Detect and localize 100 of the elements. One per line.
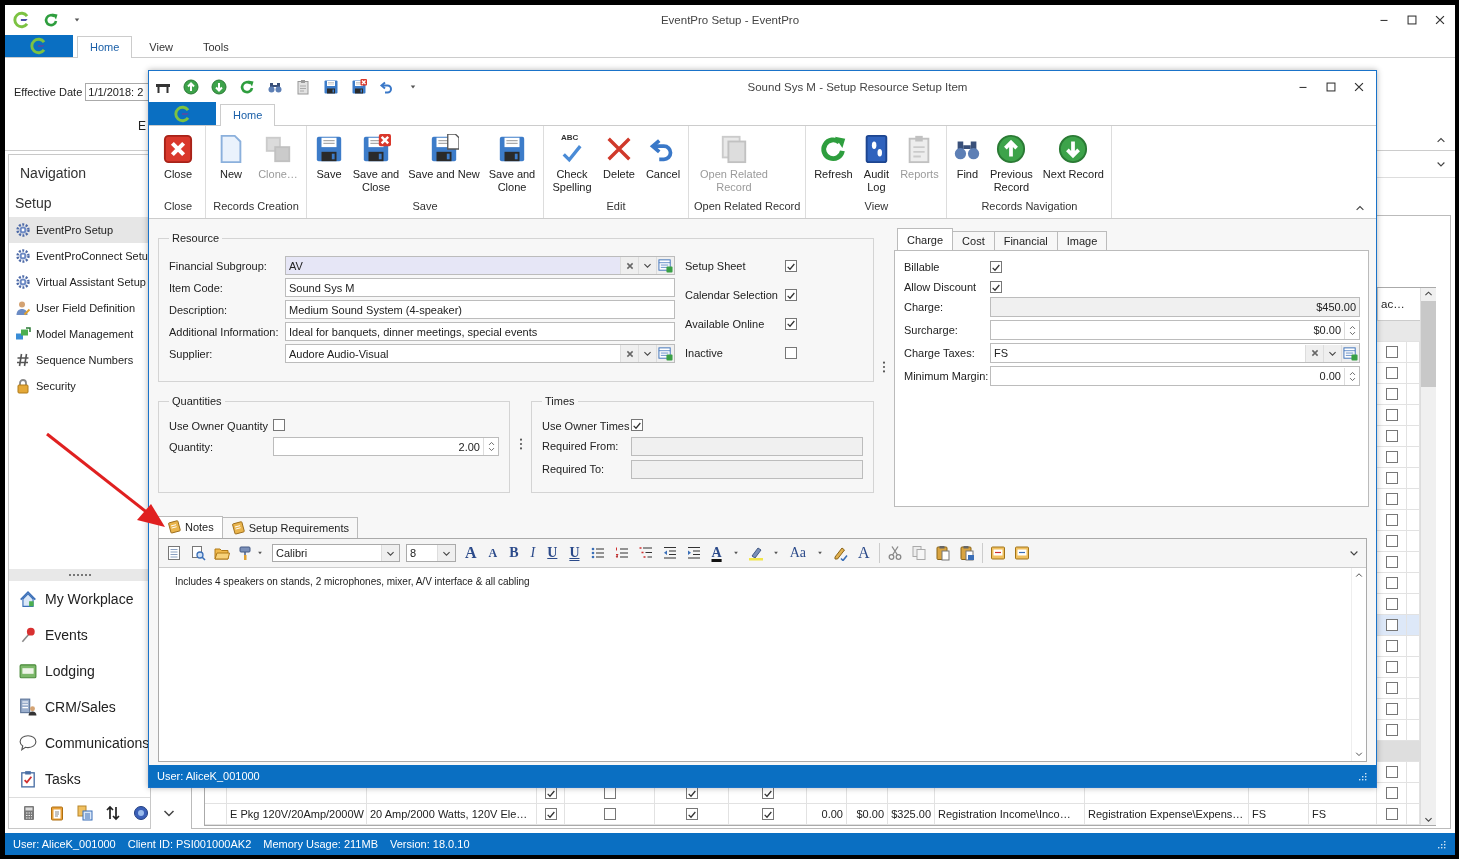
module-item[interactable]: CRM/Sales	[9, 689, 150, 725]
combo-box[interactable]: FS	[990, 343, 1360, 363]
checkbox[interactable]	[603, 808, 616, 820]
shrink-font-button[interactable]: A	[485, 545, 501, 561]
save-new-button[interactable]: Save and New	[406, 132, 482, 200]
tab[interactable]: Image	[1056, 231, 1108, 250]
size-dropdown[interactable]: 8	[406, 544, 456, 562]
checkbox[interactable]	[785, 260, 797, 273]
font-color-button[interactable]: A	[708, 545, 725, 561]
nav-item[interactable]: EventPro Setup	[9, 217, 150, 243]
combo-box[interactable]: Audore Audio-Visual	[285, 344, 675, 363]
clipboard-icon[interactable]	[295, 78, 311, 95]
checkbox[interactable]	[544, 808, 557, 820]
underline-button[interactable]: U	[544, 545, 561, 561]
table-row[interactable]: E Pkg 120V/20Amp/2000W 20 Amp/2000 Watts, 120V Ele… 0.00 $0.00 $325.00 Registration Income\Inco… Registration Expense\Expens… FS FS	[205, 804, 1420, 825]
text-field[interactable]: Medium Sound System (4-speaker)	[285, 300, 675, 319]
checkbox[interactable]	[1385, 619, 1398, 631]
nav-item[interactable]: Sequence Numbers	[9, 347, 150, 373]
change-case-button[interactable]: Aa	[786, 545, 809, 561]
tab[interactable]: Charge	[897, 228, 954, 251]
clipboard-icon[interactable]	[49, 805, 65, 821]
checkbox[interactable]	[1385, 388, 1398, 400]
floppy-x-icon[interactable]	[351, 78, 367, 95]
nav-item[interactable]: User Field Definition	[9, 295, 150, 321]
module-item[interactable]: Events	[9, 617, 150, 653]
checkbox[interactable]	[685, 808, 698, 820]
save-button[interactable]: Save	[312, 132, 346, 200]
checkbox[interactable]	[1385, 367, 1398, 379]
nav-item[interactable]: Security	[9, 373, 150, 399]
paste-special-button[interactable]	[957, 544, 976, 562]
checkbox[interactable]	[761, 808, 774, 820]
note-text[interactable]: Includes 4 speakers on stands, 2 microphones, mixer, A/V interface & all cabling	[159, 568, 1351, 761]
checkbox[interactable]	[1385, 577, 1398, 589]
checkbox[interactable]	[990, 281, 1002, 293]
previous-button[interactable]: Previous Record	[986, 132, 1037, 200]
audit-log-button[interactable]: Audit Log	[859, 132, 894, 200]
delete-button[interactable]: Delete	[599, 132, 639, 200]
checkbox[interactable]	[1385, 703, 1398, 715]
up-down-arrows-icon[interactable]	[105, 805, 121, 821]
checkbox[interactable]	[785, 317, 797, 330]
checkbox[interactable]	[1385, 640, 1398, 652]
checkbox[interactable]	[631, 419, 643, 431]
clear-format-button[interactable]: A	[854, 544, 873, 562]
checkbox[interactable]	[1385, 535, 1398, 547]
floppy-icon[interactable]	[323, 78, 339, 95]
checkbox[interactable]	[1385, 598, 1398, 610]
ribbon-tab[interactable]: View	[136, 36, 186, 57]
checkbox[interactable]	[1385, 787, 1398, 799]
checkbox[interactable]	[1385, 808, 1398, 820]
calculator-icon[interactable]	[21, 805, 37, 821]
grow-font-button[interactable]: A	[462, 544, 480, 562]
checkbox[interactable]	[1385, 556, 1398, 568]
bold-button[interactable]: B	[506, 545, 522, 561]
double-underline-button[interactable]: U	[566, 545, 583, 561]
splitter[interactable]	[9, 569, 150, 581]
save-clone-button[interactable]: Save and Clone	[486, 132, 538, 200]
refresh-icon[interactable]	[239, 78, 255, 95]
paste-button[interactable]	[933, 544, 952, 562]
find-document-button[interactable]	[189, 544, 207, 562]
scrollbar[interactable]	[1420, 288, 1436, 825]
checkbox[interactable]	[1385, 514, 1398, 526]
font-dropdown[interactable]: Calibri	[272, 544, 400, 562]
checkbox[interactable]	[1385, 493, 1398, 505]
tab[interactable]: Setup Requirements	[221, 517, 359, 538]
readonly-field[interactable]	[631, 436, 863, 456]
combo-box[interactable]: AV	[285, 256, 675, 275]
document-lines-button[interactable]	[165, 544, 183, 562]
nav-item[interactable]: Model Management	[9, 321, 150, 347]
readonly-field[interactable]	[631, 459, 863, 479]
scroll-thumb[interactable]	[1421, 301, 1436, 387]
spin-field[interactable]: 0.00	[990, 366, 1360, 386]
checkbox[interactable]	[785, 289, 797, 302]
ribbon-tab[interactable]: Home	[220, 104, 276, 126]
checkbox[interactable]	[990, 261, 1002, 273]
checkbox[interactable]	[785, 346, 797, 359]
italic-button[interactable]: I	[527, 545, 539, 561]
text-field[interactable]: Sound Sys M	[285, 278, 675, 297]
checkbox[interactable]	[1385, 724, 1398, 736]
app-menu-button[interactable]	[5, 35, 73, 57]
checkbox[interactable]	[1385, 430, 1398, 442]
save-close-button[interactable]: Save and Close	[350, 132, 402, 200]
ribbon-tab[interactable]: Home	[77, 36, 133, 58]
maximize-icon[interactable]	[1324, 79, 1338, 94]
next-button[interactable]: Next Record	[1040, 132, 1107, 200]
documents-icon[interactable]	[77, 805, 93, 821]
module-item[interactable]: Tasks	[9, 761, 150, 797]
checkbox[interactable]	[1385, 682, 1398, 694]
checkbox[interactable]	[1385, 451, 1398, 463]
readonly-field[interactable]: $450.00	[990, 297, 1360, 317]
cancel-button[interactable]: Cancel	[643, 132, 683, 200]
spelling-button[interactable]: ABC Check Spelling	[549, 132, 595, 200]
close-button[interactable]: Close	[156, 132, 200, 200]
spin-field[interactable]: 2.00	[273, 437, 499, 456]
checkbox[interactable]	[273, 419, 285, 431]
close-icon[interactable]	[1433, 13, 1447, 27]
module-item[interactable]: My Workplace	[9, 581, 150, 617]
note-edit-button[interactable]	[1012, 544, 1031, 562]
maximize-icon[interactable]	[1405, 13, 1419, 27]
module-item[interactable]: Communications	[9, 725, 150, 761]
nav-item[interactable]: EventProConnect Setu	[9, 243, 150, 269]
